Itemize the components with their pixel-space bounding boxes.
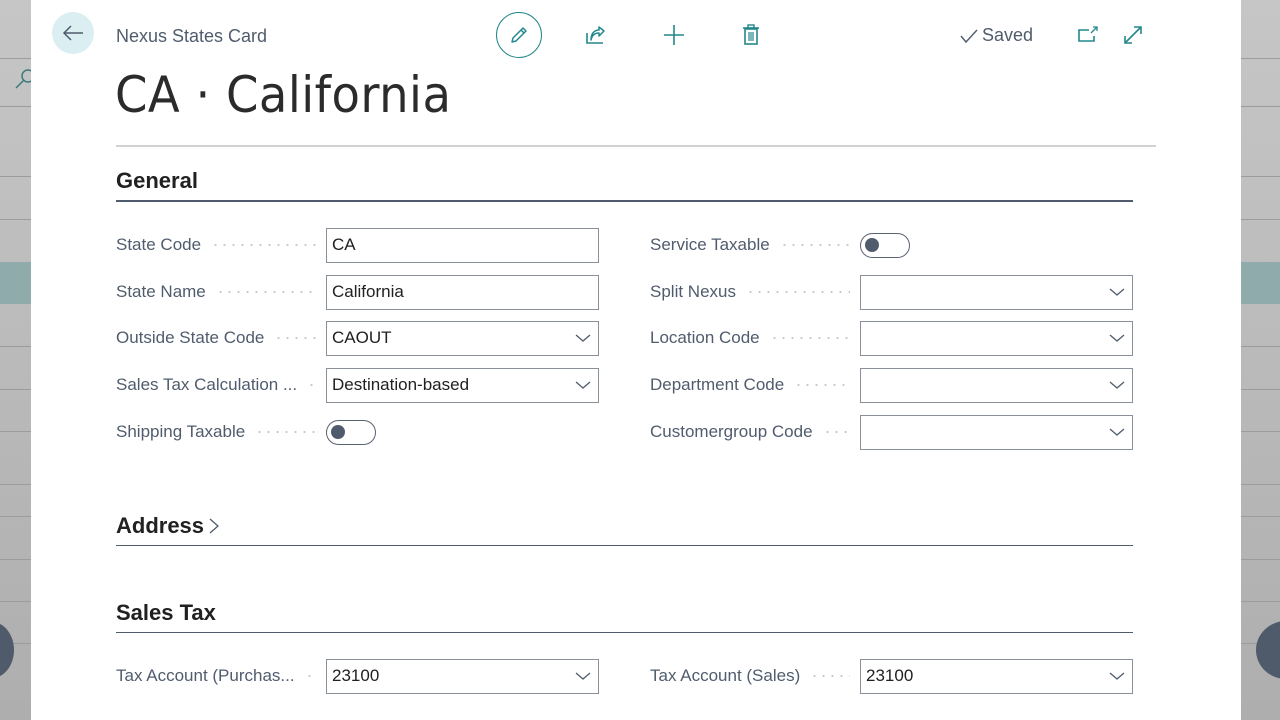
chevron-down-icon[interactable] bbox=[573, 375, 593, 395]
field-department-code: Department Code bbox=[650, 367, 1133, 403]
open-new-window-button[interactable] bbox=[1073, 20, 1103, 50]
chevron-down-icon[interactable] bbox=[573, 666, 593, 686]
state-code-input[interactable]: CA bbox=[326, 227, 599, 263]
shipping-taxable-toggle[interactable] bbox=[326, 419, 376, 445]
tax-account-sales-dropdown[interactable]: 23100 bbox=[860, 658, 1133, 694]
share-icon bbox=[586, 26, 605, 44]
location-code-dropdown[interactable] bbox=[860, 320, 1133, 356]
section-sales-tax-header[interactable]: Sales Tax bbox=[116, 600, 1133, 633]
trash-icon bbox=[743, 24, 759, 45]
field-service-taxable: Service Taxable bbox=[650, 227, 910, 263]
service-taxable-toggle[interactable] bbox=[860, 232, 910, 258]
arrow-left-icon bbox=[62, 25, 83, 41]
title-divider bbox=[116, 145, 1156, 147]
field-label: State Name bbox=[116, 282, 206, 301]
back-button[interactable] bbox=[52, 12, 94, 54]
chevron-down-icon[interactable] bbox=[573, 328, 593, 348]
saved-status: Saved bbox=[960, 25, 1033, 46]
sales-tax-calculation-dropdown[interactable]: Destination-based bbox=[326, 367, 599, 403]
open-in-new-window-icon bbox=[1078, 26, 1098, 42]
field-label: Sales Tax Calculation ... bbox=[116, 375, 298, 394]
record-title: CA · California bbox=[115, 66, 452, 124]
chevron-down-icon[interactable] bbox=[1107, 375, 1127, 395]
chevron-down-icon[interactable] bbox=[1107, 328, 1127, 348]
field-label: Department Code bbox=[650, 375, 785, 394]
state-name-input[interactable]: California bbox=[326, 274, 599, 310]
field-state-name: State Name California bbox=[116, 274, 599, 310]
section-address-title: Address bbox=[116, 513, 220, 545]
split-nexus-dropdown[interactable] bbox=[860, 274, 1133, 310]
chevron-right-icon bbox=[209, 518, 220, 534]
field-label: Customergroup Code bbox=[650, 422, 813, 441]
section-sales-tax-title: Sales Tax bbox=[116, 600, 216, 625]
pencil-icon bbox=[511, 27, 527, 43]
expand-button[interactable] bbox=[1118, 20, 1148, 50]
field-tax-account-sales: Tax Account (Sales) 23100 bbox=[650, 658, 1133, 694]
field-customergroup-code: Customergroup Code bbox=[650, 414, 1133, 450]
new-button[interactable] bbox=[651, 12, 697, 58]
background-floating-button bbox=[1256, 621, 1280, 679]
customergroup-code-dropdown[interactable] bbox=[860, 414, 1133, 450]
field-label: Location Code bbox=[650, 328, 760, 347]
field-label: Shipping Taxable bbox=[116, 422, 246, 441]
field-label: Tax Account (Sales) bbox=[650, 666, 801, 685]
field-outside-state-code: Outside State Code CAOUT bbox=[116, 320, 599, 356]
field-label: Outside State Code bbox=[116, 328, 265, 347]
plus-icon bbox=[664, 25, 684, 45]
chevron-down-icon[interactable] bbox=[1107, 422, 1127, 442]
expand-diagonal-icon bbox=[1124, 26, 1142, 44]
edit-button[interactable] bbox=[496, 12, 542, 58]
field-label: Tax Account (Purchas... bbox=[116, 666, 295, 685]
field-split-nexus: Split Nexus bbox=[650, 274, 1133, 310]
chevron-down-icon[interactable] bbox=[1107, 666, 1127, 686]
field-label: Split Nexus bbox=[650, 282, 736, 301]
page-caption: Nexus States Card bbox=[116, 26, 268, 46]
field-location-code: Location Code bbox=[650, 320, 1133, 356]
section-address-header[interactable]: Address bbox=[116, 513, 1133, 546]
checkmark-icon bbox=[960, 29, 978, 43]
delete-button[interactable] bbox=[728, 12, 774, 58]
nexus-states-card: Nexus States Card Saved CA · California … bbox=[31, 0, 1241, 720]
section-general-header[interactable]: General bbox=[116, 168, 1133, 202]
department-code-dropdown[interactable] bbox=[860, 367, 1133, 403]
field-sales-tax-calculation: Sales Tax Calculation ... Destination-ba… bbox=[116, 367, 599, 403]
field-label: State Code bbox=[116, 235, 202, 254]
outside-state-code-dropdown[interactable]: CAOUT bbox=[326, 320, 599, 356]
chevron-down-icon[interactable] bbox=[1107, 282, 1127, 302]
field-label: Service Taxable bbox=[650, 235, 770, 254]
tax-account-purchases-dropdown[interactable]: 23100 bbox=[326, 658, 599, 694]
field-tax-account-purchases: Tax Account (Purchas... 23100 bbox=[116, 658, 599, 694]
field-shipping-taxable: Shipping Taxable bbox=[116, 414, 376, 450]
saved-status-text: Saved bbox=[982, 25, 1034, 45]
section-general-title: General bbox=[116, 168, 198, 193]
share-button[interactable] bbox=[572, 12, 618, 58]
field-state-code: State Code CA bbox=[116, 227, 599, 263]
background-floating-button bbox=[0, 622, 14, 678]
